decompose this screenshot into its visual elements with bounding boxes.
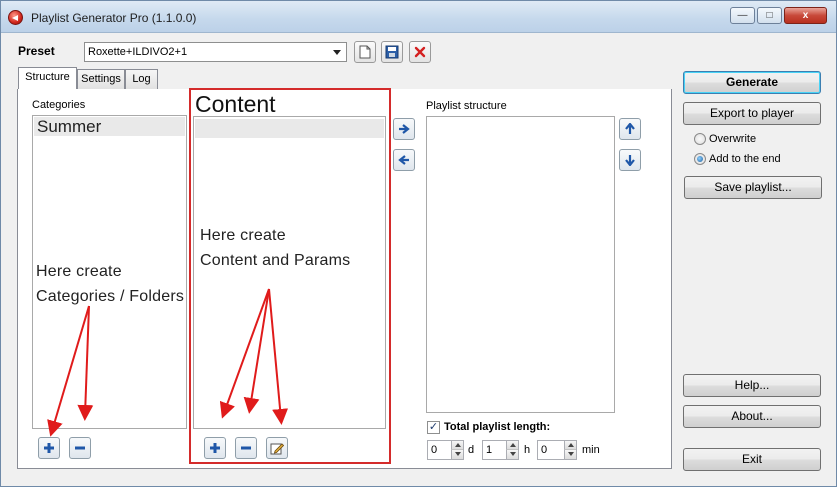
spin-down-icon[interactable] xyxy=(564,450,576,459)
total-length-checkbox[interactable]: ✓ xyxy=(427,421,440,434)
spin-up-icon[interactable] xyxy=(564,441,576,450)
hours-unit: h xyxy=(524,444,531,456)
preset-label: Preset xyxy=(18,44,55,58)
remove-category-button[interactable] xyxy=(69,437,91,459)
generate-button[interactable]: Generate xyxy=(683,71,821,94)
add-category-button[interactable] xyxy=(38,437,60,459)
minimize-button[interactable]: — xyxy=(730,7,755,24)
add-to-end-radio[interactable] xyxy=(694,153,706,165)
save-playlist-button[interactable]: Save playlist... xyxy=(684,176,822,199)
app-logo-icon xyxy=(8,10,23,25)
minutes-value: 0 xyxy=(541,444,548,456)
preset-select-value: Roxette+ILDIVO2+1 xyxy=(88,46,188,58)
content-annotation-line2: Content and Params xyxy=(200,252,351,269)
tab-settings[interactable]: Settings xyxy=(77,69,125,89)
categories-label: Categories xyxy=(32,99,86,111)
add-to-end-label: Add to the end xyxy=(709,153,781,165)
preset-select[interactable]: Roxette+ILDIVO2+1 xyxy=(84,42,347,62)
playlist-structure-list[interactable] xyxy=(426,116,615,413)
main-window: Playlist Generator Pro (1.1.0.0) — □ x P… xyxy=(0,0,837,487)
save-preset-button[interactable] xyxy=(381,41,403,63)
content-title: Content xyxy=(195,91,276,117)
remove-content-button[interactable] xyxy=(235,437,257,459)
spin-down-icon[interactable] xyxy=(451,450,463,459)
minus-icon xyxy=(241,446,251,450)
move-down-button[interactable] xyxy=(619,149,641,171)
edit-pencil-icon xyxy=(270,443,284,455)
tab-structure[interactable]: Structure xyxy=(18,67,77,89)
arrow-left-icon xyxy=(398,155,409,165)
days-unit: d xyxy=(468,444,475,456)
window-title: Playlist Generator Pro (1.1.0.0) xyxy=(31,11,197,25)
minus-icon xyxy=(75,446,85,450)
content-list[interactable] xyxy=(193,116,386,429)
list-item[interactable] xyxy=(195,119,384,138)
about-button[interactable]: About... xyxy=(683,405,821,428)
edit-content-button[interactable] xyxy=(266,437,288,459)
add-content-button[interactable] xyxy=(204,437,226,459)
export-to-player-button[interactable]: Export to player xyxy=(683,102,821,125)
arrow-right-icon xyxy=(399,124,410,134)
arrow-down-icon xyxy=(625,155,635,166)
chevron-down-icon xyxy=(330,46,344,58)
help-button[interactable]: Help... xyxy=(683,374,821,397)
hours-spinner[interactable]: 1 xyxy=(482,440,519,460)
spin-up-icon[interactable] xyxy=(506,441,518,450)
days-spinner[interactable]: 0 xyxy=(427,440,464,460)
plus-icon xyxy=(210,443,220,453)
exit-button[interactable]: Exit xyxy=(683,448,821,471)
content-annotation-line1: Here create xyxy=(200,227,286,244)
minutes-unit: min xyxy=(582,444,600,456)
move-right-button[interactable] xyxy=(393,118,415,140)
spin-down-icon[interactable] xyxy=(506,450,518,459)
save-disk-icon xyxy=(385,45,399,59)
delete-preset-button[interactable] xyxy=(409,41,431,63)
minutes-spinner[interactable]: 0 xyxy=(537,440,577,460)
arrow-up-icon xyxy=(625,123,635,134)
plus-icon xyxy=(44,443,54,453)
move-left-button[interactable] xyxy=(393,149,415,171)
delete-x-icon xyxy=(414,46,426,58)
hours-value: 1 xyxy=(486,444,493,456)
categories-annotation-line1: Here create xyxy=(36,263,122,280)
list-item[interactable]: Summer xyxy=(34,117,185,136)
new-preset-button[interactable] xyxy=(354,41,376,63)
overwrite-radio[interactable] xyxy=(694,133,706,145)
playlist-structure-label: Playlist structure xyxy=(426,100,507,112)
close-button[interactable]: x xyxy=(784,7,827,24)
spin-up-icon[interactable] xyxy=(451,441,463,450)
new-document-icon xyxy=(359,45,371,59)
maximize-button[interactable]: □ xyxy=(757,7,782,24)
categories-annotation-line2: Categories / Folders xyxy=(36,288,185,305)
move-up-button[interactable] xyxy=(619,118,641,140)
tab-log[interactable]: Log xyxy=(125,69,158,89)
days-value: 0 xyxy=(431,444,438,456)
overwrite-label: Overwrite xyxy=(709,133,757,145)
total-length-label: Total playlist length: xyxy=(444,421,551,433)
title-bar: Playlist Generator Pro (1.1.0.0) — □ x xyxy=(1,1,836,33)
